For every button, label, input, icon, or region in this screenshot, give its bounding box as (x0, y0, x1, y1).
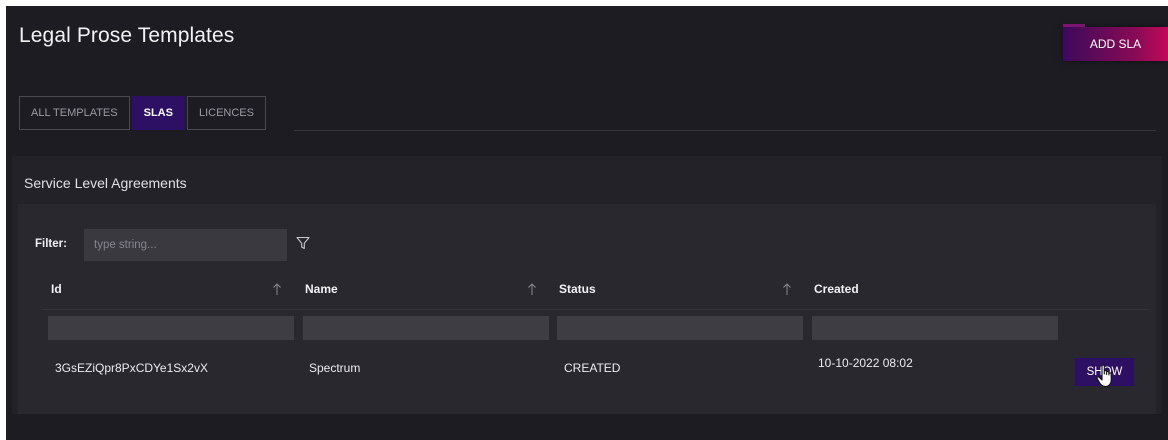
sort-arrow-up-icon[interactable] (527, 282, 537, 296)
tab-all-templates[interactable]: ALL TEMPLATES (19, 96, 130, 130)
tab-slas[interactable]: SLAS (131, 96, 185, 130)
sort-arrow-up-icon[interactable] (272, 282, 282, 296)
cell-id: 3GsEZiQpr8PxCDYe1Sx2vX (55, 361, 208, 375)
table-panel: Filter: Id Name Status Created (18, 204, 1156, 414)
tab-licences[interactable]: LICENCES (186, 96, 266, 130)
column-header-status[interactable]: Status (559, 269, 596, 309)
cell-name: Spectrum (309, 361, 361, 375)
sort-arrow-up-icon[interactable] (782, 282, 792, 296)
add-sla-button[interactable]: ADD SLA (1063, 24, 1168, 61)
column-filter-status[interactable] (557, 316, 803, 340)
filter-input[interactable] (84, 229, 287, 261)
column-filter-id[interactable] (48, 316, 294, 340)
column-header-id[interactable]: Id (51, 269, 62, 309)
cell-created: 10-10-2022 08:02 (818, 356, 913, 370)
section-title: Service Level Agreements (24, 175, 187, 191)
cell-status: CREATED (564, 361, 621, 375)
column-filter-created[interactable] (812, 316, 1058, 340)
tab-divider (294, 130, 1156, 131)
app-window: Legal Prose Templates ADD SLA ALL TEMPLA… (6, 6, 1168, 440)
table-header: Id Name Status Created (41, 269, 1149, 310)
button-accent (1063, 24, 1085, 27)
column-header-name[interactable]: Name (305, 269, 338, 309)
page-title: Legal Prose Templates (19, 24, 235, 47)
add-sla-button-label: ADD SLA (1089, 37, 1142, 51)
sla-section: Service Level Agreements Filter: Id Name… (12, 156, 1162, 414)
column-filter-name[interactable] (303, 316, 549, 340)
filter-label: Filter: (35, 238, 67, 250)
hand-pointer-icon (1096, 364, 1112, 388)
funnel-icon[interactable] (295, 235, 311, 251)
column-header-created[interactable]: Created (814, 269, 859, 309)
tab-bar: ALL TEMPLATES SLAS LICENCES (19, 96, 268, 130)
